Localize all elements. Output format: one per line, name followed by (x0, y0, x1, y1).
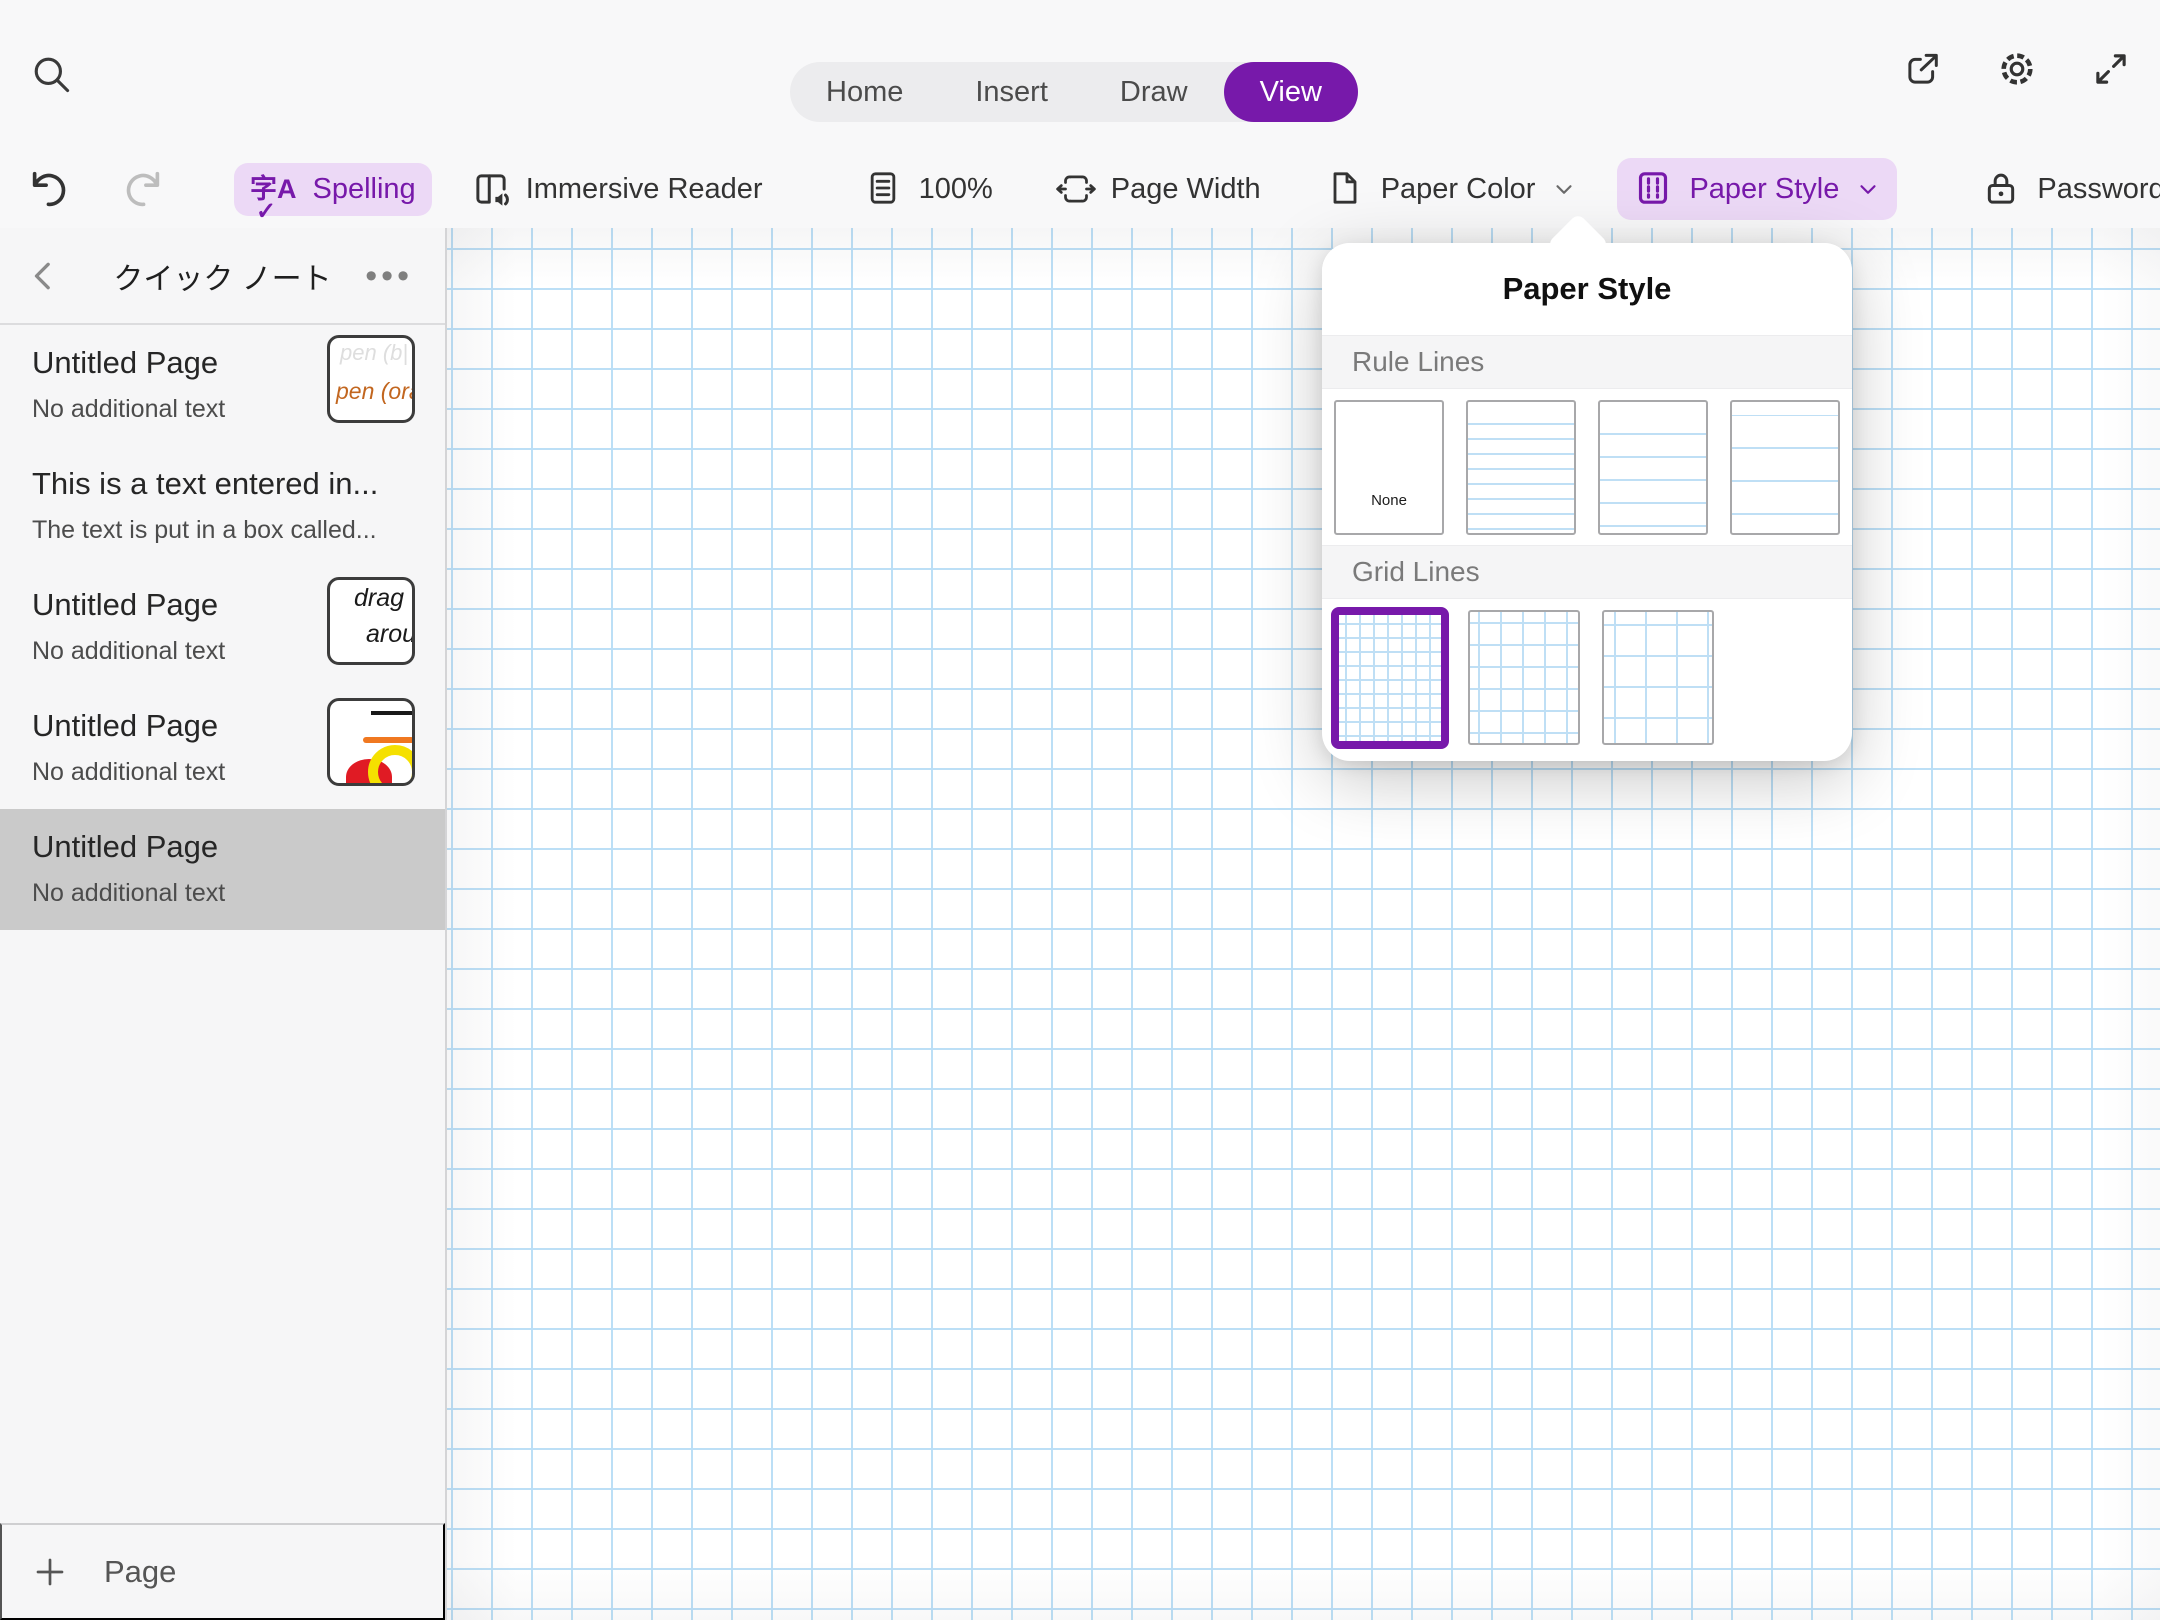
thumb-ink-faint: pen (b| (340, 340, 409, 365)
add-page-button[interactable]: Page (0, 1523, 445, 1620)
page-row-5-selected[interactable]: Untitled Page No additional text (0, 809, 445, 930)
page-row-2[interactable]: This is a text entered in... The text is… (0, 446, 445, 567)
paper-color-button[interactable]: Paper Color (1309, 158, 1594, 220)
zoom-level-value: 100% (918, 172, 993, 205)
share-button[interactable] (1902, 48, 1944, 90)
share-icon (1902, 48, 1944, 90)
onenote-app: Home Insert Draw View 字A ✓ Spelling Imme… (0, 0, 2160, 1620)
paper-style-button[interactable]: Paper Style (1617, 158, 1898, 220)
rule-lines-section-header: Rule Lines (1322, 335, 1852, 389)
page-width-icon (1055, 168, 1097, 210)
page-subtitle: No additional text (32, 395, 226, 423)
paper-style-popover: Paper Style Rule Lines None Grid Lines (1322, 212, 1852, 761)
spelling-icon: 字A ✓ (250, 173, 297, 225)
page-title: Untitled Page (32, 587, 219, 622)
tab-home[interactable]: Home (790, 62, 939, 122)
page-title: Untitled Page (32, 345, 219, 380)
rule-lines-options: None (1322, 389, 1852, 545)
grid-option-small-selected[interactable] (1331, 607, 1449, 749)
ellipsis-icon: ••• (365, 256, 413, 295)
spelling-label: Spelling (312, 172, 416, 205)
thumb-orange-line (363, 737, 412, 744)
back-button[interactable] (24, 256, 64, 296)
paper-style-label: Paper Style (1689, 172, 1840, 205)
spelling-button[interactable]: 字A ✓ Spelling (234, 162, 432, 225)
expand-icon (2090, 48, 2132, 90)
page-subtitle: No additional text (32, 637, 226, 665)
sidebar-header: クイック ノート ••• (0, 228, 445, 325)
page-thumbnail: drag arou (327, 577, 415, 665)
thumb-ink-orange: pen (ora (336, 378, 415, 404)
page-thumbnail: pen (b| pen (ora (327, 335, 415, 423)
page-list-sidebar: クイック ノート ••• Untitled Page No additional… (0, 228, 447, 1620)
ribbon-tab-row: Home Insert Draw View (0, 0, 2160, 150)
tab-view[interactable]: View (1223, 62, 1358, 122)
tab-draw[interactable]: Draw (1084, 62, 1224, 122)
undo-icon (26, 166, 72, 212)
lock-icon (1981, 168, 2023, 210)
thumb-black-line (371, 711, 412, 715)
grid-lines-section-header: Grid Lines (1322, 545, 1852, 599)
redo-icon (120, 166, 166, 212)
page-title: Untitled Page (32, 708, 219, 743)
settings-gear-icon (1996, 48, 2038, 90)
page-row-4[interactable]: Untitled Page No additional text (0, 688, 445, 809)
page-title: This is a text entered in... (32, 466, 379, 501)
rule-option-narrow[interactable] (1466, 400, 1576, 535)
more-options-button[interactable]: ••• (359, 258, 419, 294)
page-thumbnail (327, 698, 415, 786)
grid-option-large[interactable] (1602, 610, 1714, 745)
view-toolbar: 字A ✓ Spelling Immersive Reader 100% Page… (0, 150, 2160, 228)
note-canvas-grid-paper[interactable] (447, 228, 2160, 1620)
password-protection-label: Password Protection (2037, 172, 2160, 205)
grid-option-medium[interactable] (1468, 610, 1580, 745)
chevron-left-icon (24, 256, 64, 296)
thumb-ink: drag (354, 584, 405, 612)
password-protection-button[interactable]: Password Protection (1965, 158, 2160, 220)
page-row-3[interactable]: Untitled Page No additional text drag ar… (0, 567, 445, 688)
search-icon (30, 53, 70, 97)
paper-color-label: Paper Color (1380, 172, 1536, 205)
search-button[interactable] (24, 52, 70, 97)
page-subtitle: The text is put in a box called... (32, 516, 377, 544)
zoom-level-button[interactable]: 100% (847, 158, 1009, 220)
page-row-1[interactable]: Untitled Page No additional text pen (b|… (0, 325, 445, 446)
plus-icon (32, 1554, 68, 1590)
ribbon-tabs: Home Insert Draw View (790, 62, 1358, 122)
chevron-down-icon (1855, 176, 1881, 202)
page-subtitle: No additional text (32, 879, 226, 907)
thumb-yellow-ring (368, 745, 412, 783)
page-subtitle: No additional text (32, 758, 226, 786)
paper-color-icon (1325, 168, 1367, 210)
chevron-down-icon (1551, 176, 1577, 202)
page-width-button[interactable]: Page Width (1039, 158, 1277, 220)
immersive-reader-icon (470, 168, 512, 210)
window-actions (1902, 48, 2132, 90)
grid-lines-options (1322, 599, 1852, 761)
settings-button[interactable] (1996, 48, 2038, 90)
rule-option-medium[interactable] (1598, 400, 1708, 535)
rule-option-none[interactable]: None (1334, 400, 1444, 535)
rule-option-wide[interactable] (1730, 400, 1840, 535)
add-page-label: Page (104, 1553, 177, 1589)
top-bar: Home Insert Draw View 字A ✓ Spelling Imme… (0, 0, 2160, 228)
page-width-label: Page Width (1110, 172, 1261, 205)
thumb-ink: arou (366, 620, 415, 648)
undo-button[interactable] (26, 166, 72, 212)
popover-title: Paper Style (1322, 243, 1852, 335)
zoom-page-icon (863, 168, 905, 210)
paper-style-icon (1633, 168, 1675, 210)
none-label: None (1371, 492, 1407, 509)
immersive-reader-label: Immersive Reader (525, 172, 763, 205)
page-list: Untitled Page No additional text pen (b|… (0, 325, 445, 1521)
redo-button[interactable] (120, 166, 166, 212)
page-title: Untitled Page (32, 829, 219, 864)
tab-insert[interactable]: Insert (939, 62, 1084, 122)
fullscreen-button[interactable] (2090, 48, 2132, 90)
immersive-reader-button[interactable]: Immersive Reader (454, 158, 779, 220)
